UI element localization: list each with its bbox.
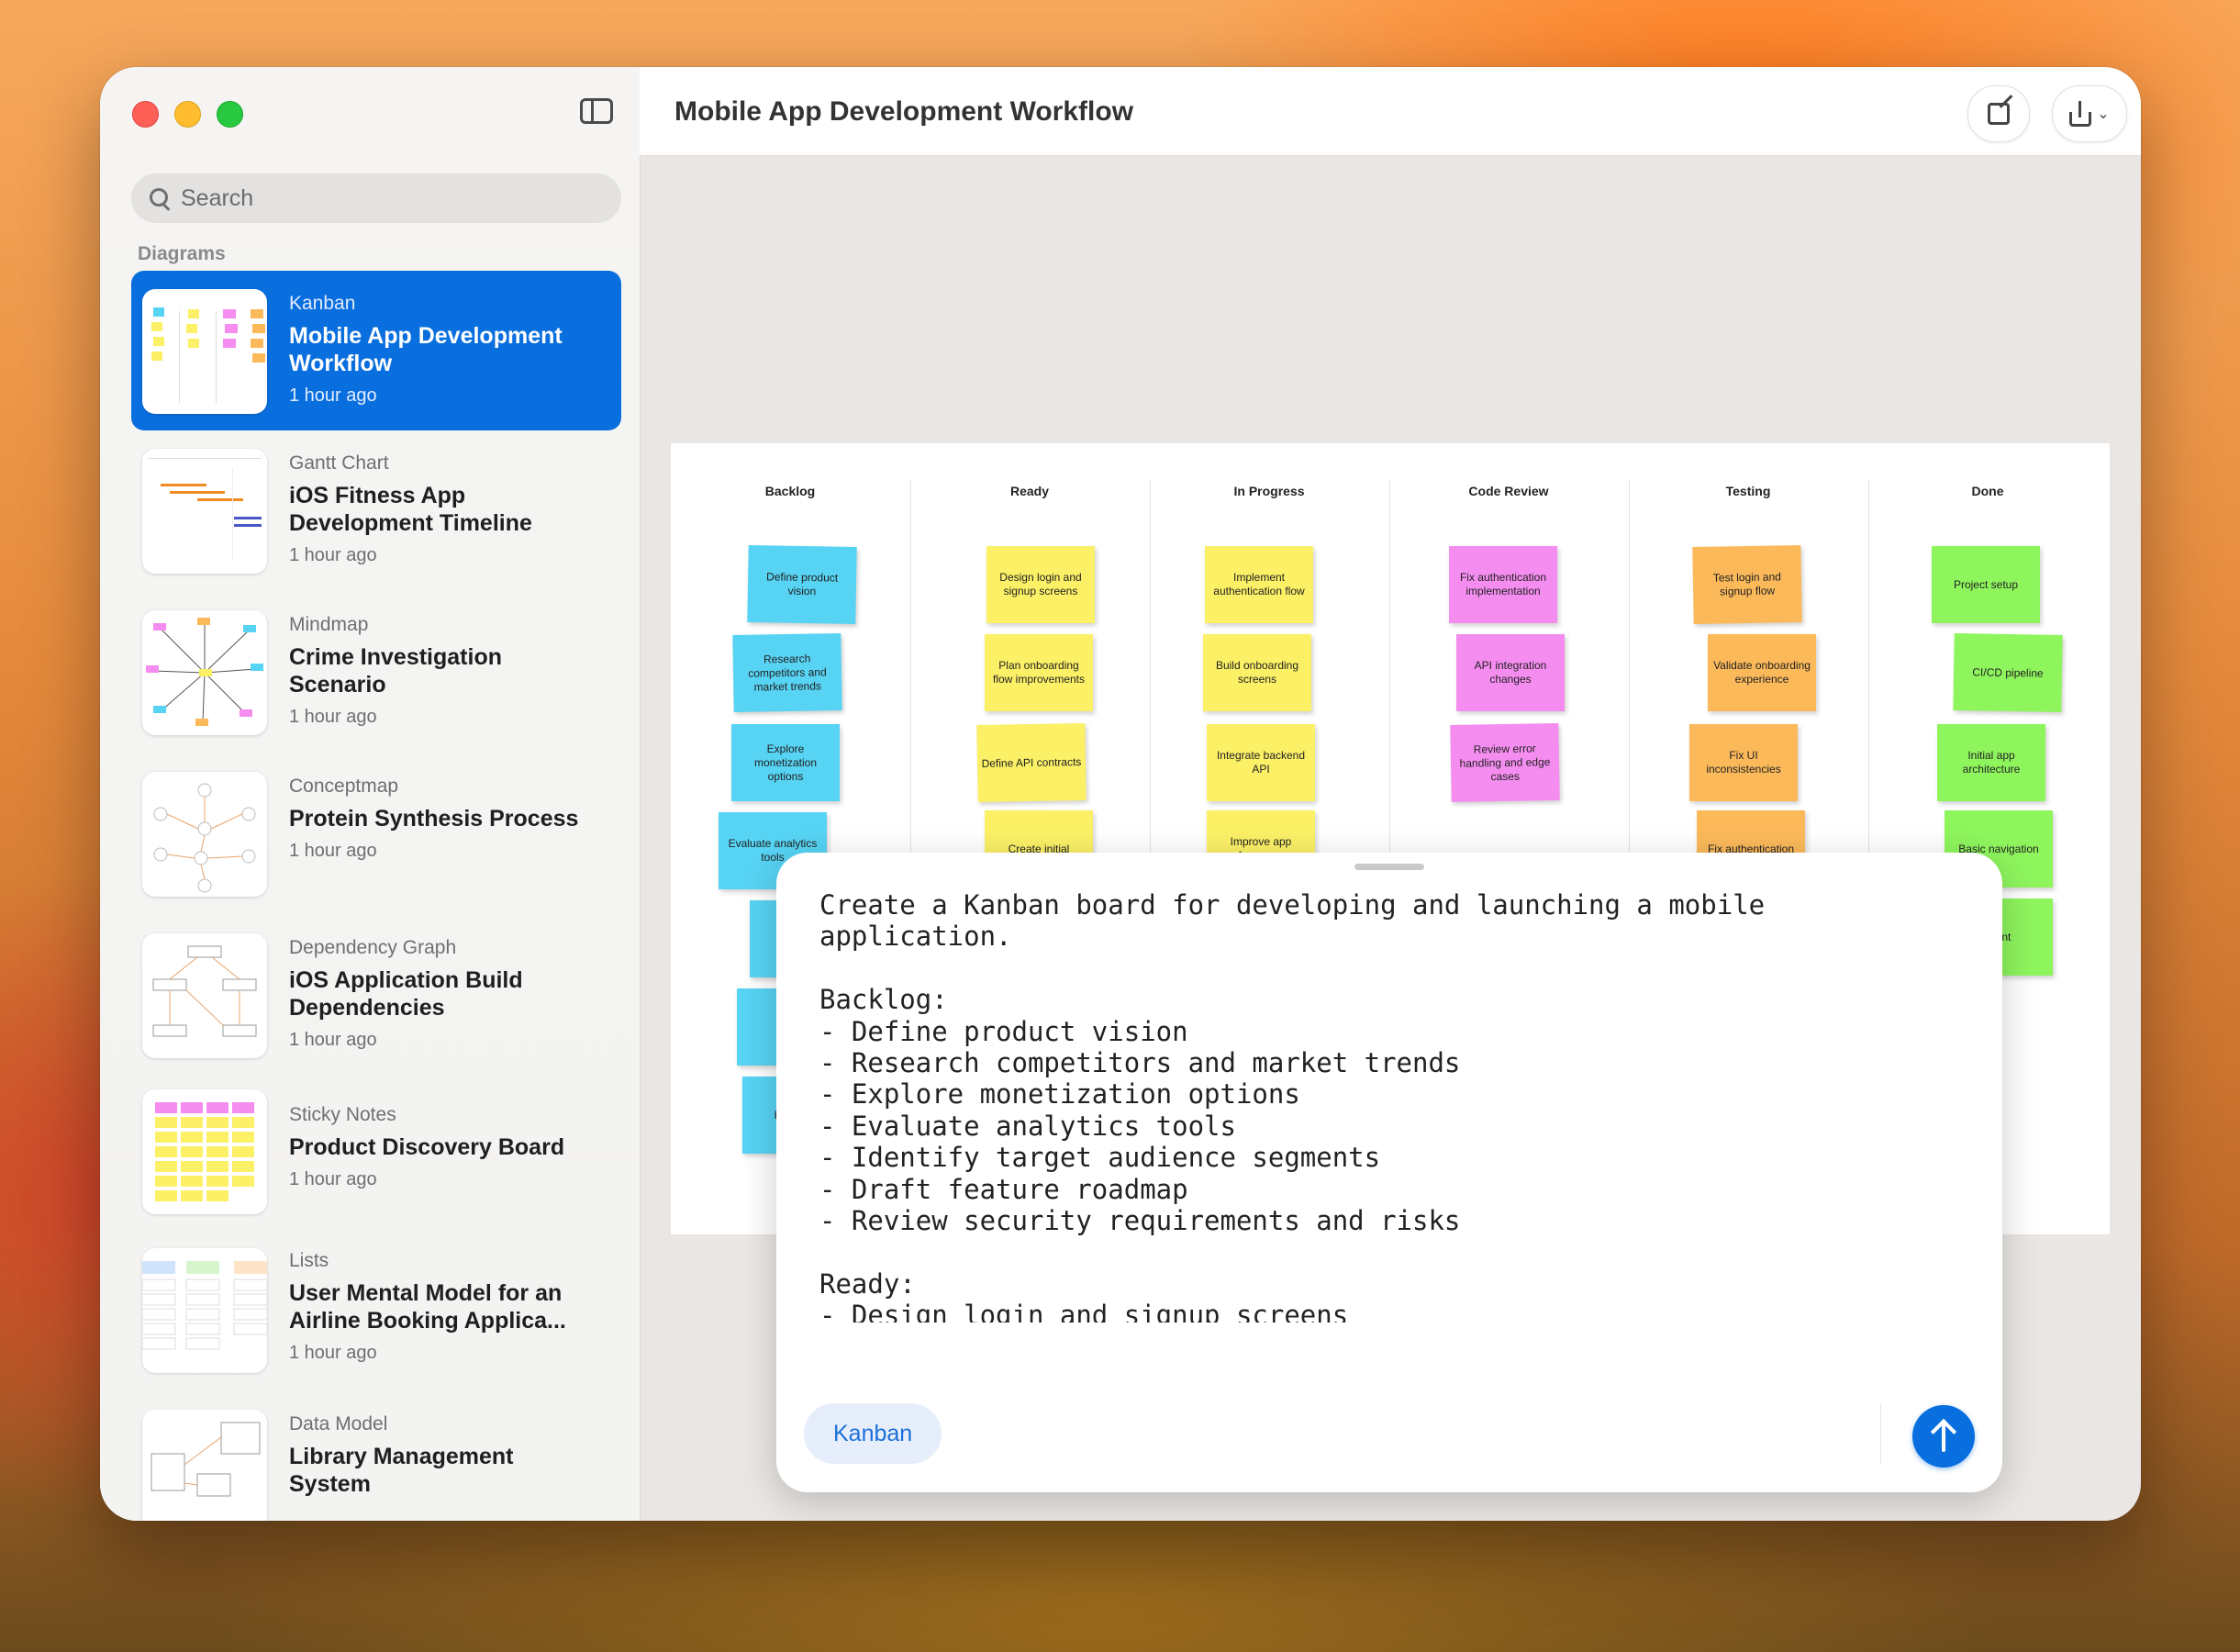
app-window: Search Diagrams Kanban Mobile App Develo… <box>100 67 2141 1521</box>
diagram-title: Library Management System <box>289 1444 514 1497</box>
sticky-note[interactable]: Build onboarding screens <box>1203 634 1311 711</box>
sticky-note[interactable]: Fix UI inconsistencies <box>1689 724 1798 801</box>
section-label-diagrams: Diagrams <box>138 243 226 264</box>
diagram-list-item[interactable]: Gantt Chart iOS Fitness App Development … <box>131 430 621 592</box>
sticky-note[interactable]: Explore monetization options <box>731 724 840 801</box>
sticky-note[interactable]: Implement authentication flow <box>1205 546 1313 623</box>
column-header: Done <box>1971 484 2004 498</box>
sticky-note[interactable]: Test login and signup flow <box>1692 544 1802 625</box>
drag-handle[interactable] <box>1354 864 1424 870</box>
search-placeholder: Search <box>181 184 254 211</box>
document-title: Mobile App Development Workflow <box>674 96 1134 127</box>
diagram-thumbnail <box>142 933 267 1058</box>
sticky-note[interactable]: Plan onboarding flow improvements <box>985 634 1093 711</box>
diagram-timestamp: 1 hour ago <box>289 1343 377 1363</box>
sticky-note[interactable]: Define product vision <box>747 544 857 625</box>
diagram-list: Kanban Mobile App Development Workflow 1… <box>131 271 621 1521</box>
search-field[interactable]: Search <box>131 173 621 223</box>
prompt-panel: Create a Kanban board for developing and… <box>776 853 2002 1492</box>
sticky-note[interactable]: Project setup <box>1932 546 2040 623</box>
diagram-title: Protein Synthesis Process <box>289 806 579 832</box>
diagram-type: Data Model <box>289 1413 388 1434</box>
sidebar-toggle-icon[interactable] <box>580 98 613 124</box>
diagram-type: Lists <box>289 1250 329 1271</box>
sticky-note[interactable]: Initial app architecture <box>1937 724 2045 801</box>
dependency-thumbnail-graphic <box>152 945 257 1037</box>
sticky-note[interactable]: Integrate backend API <box>1207 724 1315 801</box>
diagram-timestamp: 1 hour ago <box>289 545 377 565</box>
share-icon <box>2069 101 2092 127</box>
sticky-note[interactable]: Review error handling and edge cases <box>1450 722 1560 803</box>
diagram-list-item[interactable]: Kanban Mobile App Development Workflow 1… <box>131 271 621 430</box>
diagram-list-item[interactable]: Lists User Mental Model for an Airline B… <box>131 1228 621 1391</box>
new-diagram-button[interactable] <box>1967 85 2030 142</box>
column-header: Code Review <box>1468 484 1549 498</box>
sticky-note[interactable]: Design login and signup screens <box>986 546 1095 623</box>
minimize-button[interactable] <box>174 101 201 128</box>
compose-icon <box>1988 103 2010 125</box>
diagram-type-chip[interactable]: Kanban <box>804 1403 942 1464</box>
diagram-timestamp: 1 hour ago <box>289 841 377 861</box>
prompt-text-area[interactable]: Create a Kanban board for developing and… <box>819 889 1939 1323</box>
sticky-note[interactable]: Fix authentication implementation <box>1449 546 1557 623</box>
diagram-timestamp: 1 hour ago <box>289 707 377 727</box>
window-controls <box>132 101 243 128</box>
sidebar: Search Diagrams Kanban Mobile App Develo… <box>100 67 641 1521</box>
sticky-note[interactable]: CI/CD pipeline <box>1953 632 2063 713</box>
column-header: Testing <box>1725 484 1771 498</box>
diagram-timestamp: 1 hour ago <box>289 1030 377 1050</box>
search-icon <box>150 188 170 208</box>
column-header: Backlog <box>764 484 816 498</box>
diagram-timestamp: 1 hour ago <box>289 385 377 406</box>
diagram-list-item[interactable]: Dependency Graph iOS Application Build D… <box>131 915 621 1077</box>
diagram-thumbnail <box>142 1089 267 1214</box>
close-button[interactable] <box>132 101 159 128</box>
share-button[interactable]: ⌄ <box>2052 85 2127 142</box>
diagram-thumbnail <box>142 1248 267 1373</box>
diagram-list-item[interactable]: Sticky Notes Product Discovery Board 1 h… <box>131 1077 621 1228</box>
diagram-title: Product Discovery Board <box>289 1134 565 1160</box>
diagram-type: Dependency Graph <box>289 937 457 958</box>
chevron-down-icon: ⌄ <box>2097 106 2110 122</box>
diagram-type: Conceptmap <box>289 776 399 797</box>
diagram-title: User Mental Model for an Airline Booking… <box>289 1280 566 1334</box>
diagram-list-item[interactable]: Data Model Library Management System <box>131 1391 621 1521</box>
data-model-thumbnail-graphic <box>150 1422 261 1497</box>
diagram-thumbnail <box>142 1410 267 1521</box>
diagram-type: Mindmap <box>289 614 369 635</box>
diagram-timestamp: 1 hour ago <box>289 1169 377 1189</box>
sticky-note[interactable]: API integration changes <box>1456 634 1565 711</box>
divider <box>1880 1403 1881 1464</box>
conceptmap-thumbnail-graphic <box>153 783 256 893</box>
diagram-list-item[interactable]: Conceptmap Protein Synthesis Process 1 h… <box>131 753 621 915</box>
diagram-type: Sticky Notes <box>289 1104 396 1125</box>
sticky-note[interactable]: Research competitors and market trends <box>732 632 842 713</box>
diagram-type: Kanban <box>289 293 356 314</box>
column-header: Ready <box>1009 484 1050 498</box>
diagram-title: iOS Application Build Dependencies <box>289 967 523 1021</box>
diagram-title: Crime Investigation Scenario <box>289 644 502 698</box>
diagram-title: Mobile App Development Workflow <box>289 323 563 376</box>
diagram-title: iOS Fitness App Development Timeline <box>289 483 532 536</box>
sticky-notes-thumbnail-graphic <box>155 1102 254 1201</box>
sticky-note[interactable]: Validate onboarding experience <box>1708 634 1816 711</box>
diagram-thumbnail <box>142 610 267 735</box>
diagram-list-item[interactable]: Mindmap Crime Investigation Scenario 1 h… <box>131 592 621 753</box>
mindmap-thumbnail-graphic <box>146 618 263 726</box>
diagram-thumbnail <box>142 289 267 414</box>
zoom-button[interactable] <box>217 101 243 128</box>
lists-thumbnail-graphic <box>142 1261 267 1350</box>
diagram-thumbnail <box>142 449 267 574</box>
diagram-thumbnail <box>142 772 267 897</box>
sticky-note[interactable]: Define API contracts <box>976 722 1087 803</box>
column-header: In Progress <box>1233 484 1305 498</box>
send-button[interactable] <box>1912 1405 1975 1468</box>
diagram-type: Gantt Chart <box>289 452 389 474</box>
